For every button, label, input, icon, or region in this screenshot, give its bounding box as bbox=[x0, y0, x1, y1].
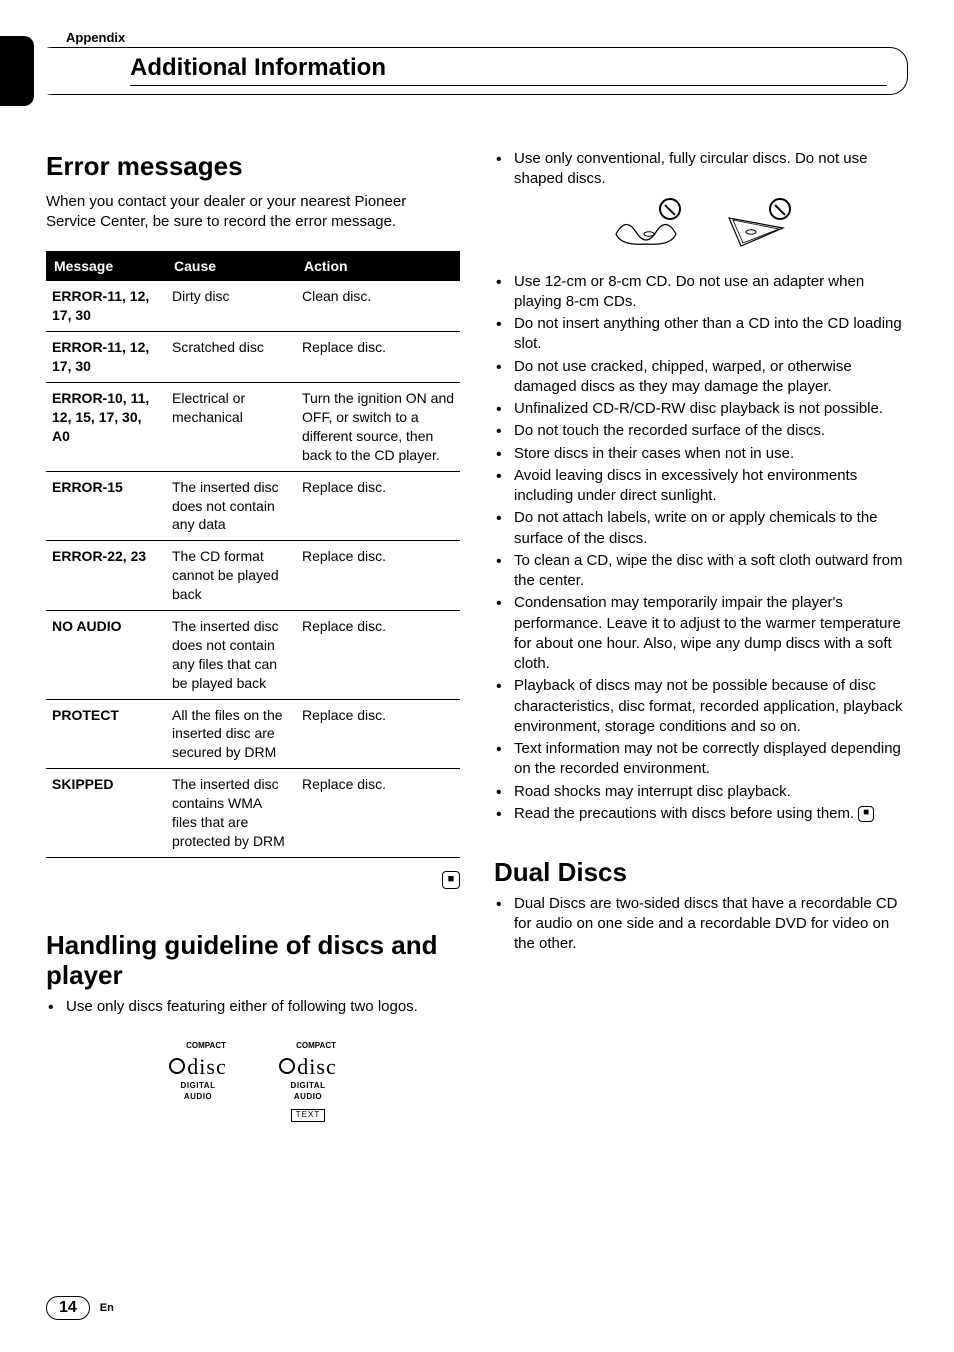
triangle-disc-icon bbox=[721, 204, 791, 254]
section-end-icon: ■ bbox=[46, 864, 460, 889]
wavy-disc-icon bbox=[611, 204, 681, 254]
table-row: PROTECTAll the files on the inserted dis… bbox=[46, 699, 460, 769]
prohibit-icon bbox=[659, 198, 681, 220]
list-item: Condensation may temporarily impair the … bbox=[494, 593, 908, 674]
th-cause: Cause bbox=[166, 251, 296, 282]
list-item: Store discs in their cases when not in u… bbox=[494, 444, 908, 464]
list-item: Do not insert anything other than a CD i… bbox=[494, 314, 908, 355]
list-item: Do not use cracked, chipped, warped, or … bbox=[494, 357, 908, 398]
list-item: To clean a CD, wipe the disc with a soft… bbox=[494, 551, 908, 592]
table-row: ERROR-22, 23The CD format cannot be play… bbox=[46, 541, 460, 611]
table-row: ERROR-11, 12, 17, 30Scratched discReplac… bbox=[46, 332, 460, 383]
list-item: Use 12-cm or 8-cm CD. Do not use an adap… bbox=[494, 272, 908, 313]
prohibit-icon bbox=[769, 198, 791, 220]
left-column: Error messages When you contact your dea… bbox=[46, 149, 460, 1081]
page-number: 14 bbox=[46, 1296, 90, 1320]
section-handling-title: Handling guideline of discs and player bbox=[46, 931, 460, 991]
right-column: Use only conventional, fully circular di… bbox=[494, 149, 908, 1081]
section-error-messages-title: Error messages bbox=[46, 149, 460, 184]
th-message: Message bbox=[46, 251, 166, 282]
disc-logos: COMPACT disc DIGITAL AUDIO COMPACT disc … bbox=[46, 1041, 460, 1081]
list-item: Do not attach labels, write on or apply … bbox=[494, 508, 908, 549]
language-label: En bbox=[100, 1302, 114, 1314]
table-row: SKIPPEDThe inserted disc contains WMA fi… bbox=[46, 769, 460, 858]
appendix-label: Appendix bbox=[66, 30, 908, 45]
list-item: Unfinalized CD-R/CD-RW disc playback is … bbox=[494, 399, 908, 419]
list-item: Do not touch the recorded surface of the… bbox=[494, 421, 908, 441]
error-table: Message Cause Action ERROR-11, 12, 17, 3… bbox=[46, 251, 460, 858]
shaped-discs-illustration bbox=[494, 204, 908, 254]
side-tab bbox=[0, 36, 34, 106]
table-row: ERROR-10, 11, 12, 15, 17, 30, A0Electric… bbox=[46, 383, 460, 472]
list-item: Dual Discs are two-sided discs that have… bbox=[494, 894, 908, 955]
list-item: Road shocks may interrupt disc playback. bbox=[494, 782, 908, 802]
list-item: Playback of discs may not be possible be… bbox=[494, 676, 908, 737]
section-end-icon: ■ bbox=[858, 806, 874, 822]
list-item: Read the precautions with discs before u… bbox=[494, 804, 908, 824]
table-row: ERROR-15The inserted disc does not conta… bbox=[46, 471, 460, 541]
page-title: Additional Information bbox=[130, 54, 887, 82]
section-dual-discs-title: Dual Discs bbox=[494, 858, 908, 888]
list-item: Text information may not be correctly di… bbox=[494, 739, 908, 780]
list-item: Avoid leaving discs in excessively hot e… bbox=[494, 466, 908, 507]
error-intro: When you contact your dealer or your nea… bbox=[46, 192, 460, 233]
page-footer: 14 En bbox=[46, 1296, 114, 1320]
compact-disc-logo: COMPACT disc DIGITAL AUDIO bbox=[168, 1041, 228, 1081]
table-row: ERROR-11, 12, 17, 30Dirty discClean disc… bbox=[46, 281, 460, 331]
list-item: Use only discs featuring either of follo… bbox=[46, 997, 460, 1017]
table-row: NO AUDIOThe inserted disc does not conta… bbox=[46, 610, 460, 699]
th-action: Action bbox=[296, 251, 460, 282]
compact-disc-text-logo: COMPACT disc DIGITAL AUDIO TEXT bbox=[278, 1041, 338, 1081]
header-bar: Additional Information bbox=[34, 47, 908, 95]
list-item: Use only conventional, fully circular di… bbox=[494, 149, 908, 190]
